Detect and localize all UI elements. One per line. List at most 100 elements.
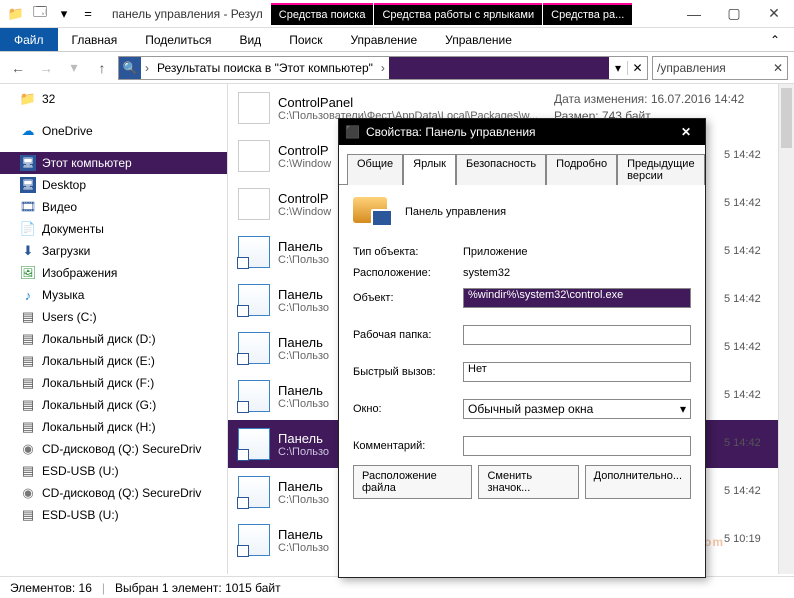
breadcrumb-sep-icon[interactable]: › [141, 61, 153, 75]
control-panel-icon [353, 197, 395, 227]
tree-item[interactable]: 📄Документы [0, 218, 227, 240]
label-type: Тип объекта: [353, 246, 463, 258]
label-run: Окно: [353, 403, 463, 415]
dialog-tabs: Общие Ярлык Безопасность Подробно Предыд… [339, 145, 705, 185]
tree-item-label: ESD-USB (U:) [42, 464, 119, 478]
up-button[interactable]: ↑ [90, 56, 114, 80]
minimize-button[interactable]: — [674, 1, 714, 27]
folder-icon[interactable]: 📁 [6, 4, 26, 24]
tree-item[interactable]: ♪Музыка [0, 284, 227, 306]
address-text[interactable]: Результаты поиска в "Этот компьютер" [153, 61, 377, 75]
tree-item[interactable]: ▤Локальный диск (E:) [0, 350, 227, 372]
disk-icon: ▤ [20, 331, 36, 347]
pictures-icon: 🖼 [20, 265, 36, 281]
open-file-location-button[interactable]: Расположение файла [353, 465, 472, 499]
tab-view[interactable]: Вид [225, 28, 275, 51]
vertical-scrollbar[interactable] [778, 84, 794, 574]
tree-item[interactable]: ▤Локальный диск (H:) [0, 416, 227, 438]
status-bar: Элементов: 16 | Выбран 1 элемент: 1015 б… [0, 576, 794, 598]
tree-item-label: Локальный диск (H:) [42, 420, 156, 434]
dialog-titlebar[interactable]: ⬛ Свойства: Панель управления ✕ [339, 119, 705, 145]
status-selection: Выбран 1 элемент: 1015 байт [115, 581, 281, 595]
scroll-thumb[interactable] [781, 88, 792, 148]
context-tab-extra[interactable]: Средства ра... [543, 3, 632, 25]
video-icon: 🎞 [20, 199, 36, 215]
tree-item[interactable]: ◉CD-дисковод (Q:) SecureDriv [0, 438, 227, 460]
disk-icon: ▤ [20, 507, 36, 523]
result-meta: 5 14:42 [724, 244, 784, 259]
run-select[interactable]: Обычный размер окна▾ [463, 399, 691, 419]
tab-share[interactable]: Поделиться [131, 28, 225, 51]
hotkey-input[interactable]: Нет [463, 362, 691, 382]
recent-dropdown-icon[interactable]: ▾ [62, 56, 86, 80]
tree-item-label: Локальный диск (E:) [42, 354, 155, 368]
disk-icon: ▤ [20, 397, 36, 413]
comment-input[interactable] [463, 436, 691, 456]
tab-general[interactable]: Общие [347, 154, 403, 185]
forward-button[interactable]: → [34, 56, 58, 80]
tree-item[interactable]: ☁OneDrive [0, 120, 227, 142]
tree-item-label: CD-дисковод (Q:) SecureDriv [42, 442, 201, 456]
advanced-button[interactable]: Дополнительно... [585, 465, 691, 499]
tree-item[interactable]: ▤Локальный диск (G:) [0, 394, 227, 416]
search-clear-icon[interactable]: ✕ [773, 61, 783, 75]
tab-details[interactable]: Подробно [546, 154, 617, 185]
tab-file[interactable]: Файл [0, 28, 58, 51]
tree-item[interactable]: ▤ESD-USB (U:) [0, 460, 227, 482]
music-icon: ♪ [20, 287, 36, 303]
tree-item-label: Desktop [42, 178, 86, 192]
tree-item[interactable]: 🎞Видео [0, 196, 227, 218]
tab-home[interactable]: Главная [58, 28, 132, 51]
search-input[interactable]: /управления ✕ [652, 56, 788, 80]
address-dropdown-icon[interactable]: ▾ [609, 61, 627, 75]
label-comment: Комментарий: [353, 440, 463, 452]
close-button[interactable]: ✕ [754, 1, 794, 27]
search-value: /управления [657, 61, 726, 75]
tree-item[interactable]: ▤ Локальный диск (F:) [0, 372, 227, 394]
ribbon-tabs: Файл Главная Поделиться Вид Поиск Управл… [0, 28, 794, 52]
tree-item-label: Локальный диск (F:) [42, 376, 154, 390]
tab-shortcut[interactable]: Ярлык [403, 154, 456, 185]
address-icon: 🔍 [119, 57, 141, 79]
tree-item-label: Загрузки [42, 244, 90, 258]
result-meta: 5 14:42 [724, 340, 784, 355]
qat-dropdown-icon[interactable]: ▾ [54, 4, 74, 24]
dialog-body: Панель управления Тип объекта:Приложение… [339, 185, 705, 511]
ribbon-collapse-icon[interactable]: ⌃ [756, 28, 794, 51]
breadcrumb-sep-icon[interactable]: › [377, 61, 389, 75]
result-title: ControlPanel [278, 95, 546, 110]
context-tab-shortcut[interactable]: Средства работы с ярлыками [374, 3, 542, 25]
tree-item[interactable]: ⬇Загрузки [0, 240, 227, 262]
dialog-close-button[interactable]: ✕ [673, 125, 699, 139]
tab-manage-2[interactable]: Управление [431, 28, 526, 51]
target-input[interactable]: %windir%\system32\control.exe [463, 288, 691, 308]
tab-search[interactable]: Поиск [275, 28, 336, 51]
back-button[interactable]: ← [6, 56, 30, 80]
tab-security[interactable]: Безопасность [456, 154, 546, 185]
address-clear-button[interactable]: ✕ [627, 61, 647, 75]
context-tab-search[interactable]: Средства поиска [271, 3, 374, 25]
disk-icon: ▤ [20, 375, 36, 391]
tab-previous[interactable]: Предыдущие версии [617, 154, 704, 185]
tree-item[interactable]: ◉CD-дисковод (Q:) SecureDriv [0, 482, 227, 504]
control-panel-icon [238, 428, 270, 460]
nav-tree: 📁32 ☁OneDrive 🖥Этот компьютер🖥Desktop🎞Виде… [0, 84, 228, 574]
maximize-button[interactable]: ▢ [714, 1, 754, 27]
tree-item[interactable]: ▤ Users (C:) [0, 306, 227, 328]
tree-item-label: Users (C:) [42, 310, 97, 324]
disk-icon: ▤ [20, 309, 36, 325]
tree-item[interactable]: 🖥Desktop [0, 174, 227, 196]
tree-item[interactable]: ▤ESD-USB (U:) [0, 504, 227, 526]
tab-manage[interactable]: Управление [336, 28, 431, 51]
tree-item[interactable]: 🖼Изображения [0, 262, 227, 284]
properties-icon[interactable]: 🗔 [30, 4, 50, 24]
tree-item[interactable]: 🖥Этот компьютер [0, 152, 227, 174]
address-bar[interactable]: 🔍 › Результаты поиска в "Этот компьютер"… [118, 56, 648, 80]
file-icon [238, 188, 270, 220]
cd-icon: ◉ [20, 485, 36, 501]
workdir-input[interactable] [463, 325, 691, 345]
tree-item[interactable]: 📁32 [0, 88, 227, 110]
change-icon-button[interactable]: Сменить значок... [478, 465, 578, 499]
address-highlight [389, 57, 609, 79]
tree-item[interactable]: ▤Локальный диск (D:) [0, 328, 227, 350]
